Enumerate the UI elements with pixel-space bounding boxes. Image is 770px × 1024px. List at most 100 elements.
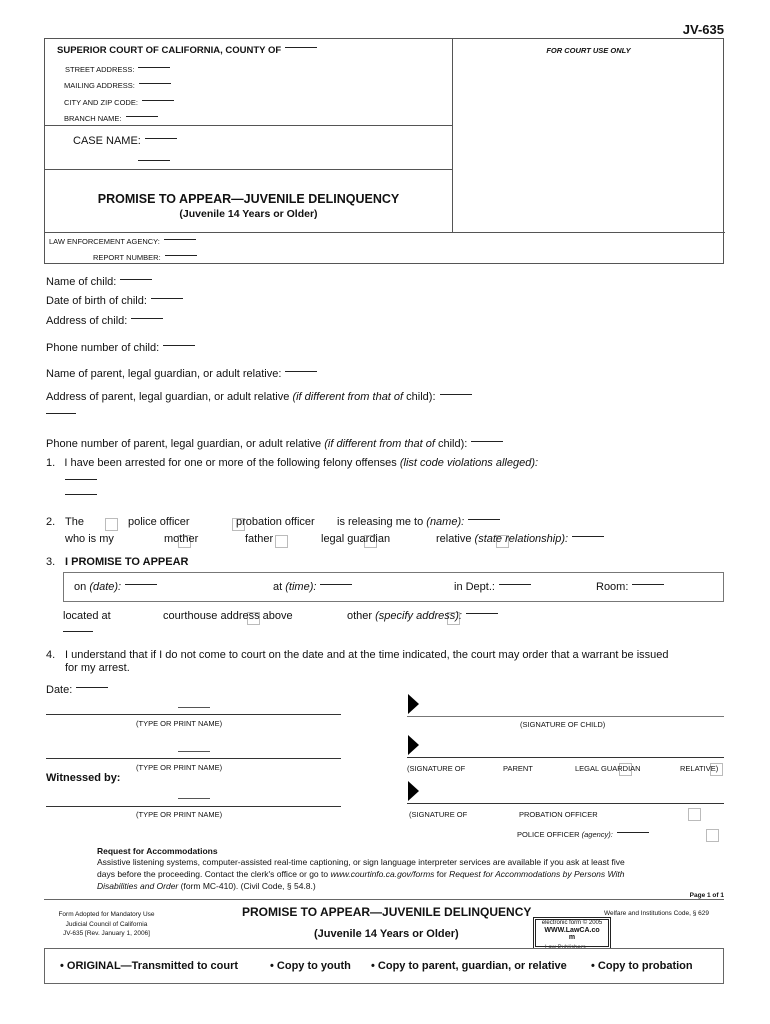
law-enforcement-blank[interactable] — [163, 238, 196, 240]
print-name-blank-3[interactable] — [178, 798, 210, 799]
courtinfo-link[interactable]: www.courtinfo.ca.gov/forms — [330, 869, 434, 879]
appear-room-field[interactable]: Room: — [596, 581, 665, 593]
caption-box: SUPERIOR COURT OF CALIFORNIA, COUNTY OF … — [44, 38, 725, 264]
father-checkbox[interactable] — [275, 535, 289, 549]
divider — [45, 125, 452, 126]
print-name-line-2[interactable] — [46, 758, 341, 759]
appearance-box: on (date): at (time): in Dept.: Room: — [63, 572, 724, 602]
appear-dept-blank[interactable] — [498, 583, 531, 585]
divider — [45, 169, 452, 170]
city-zip-blank[interactable] — [141, 99, 174, 101]
child-name-field[interactable]: Name of child: — [46, 276, 153, 288]
courthouse-address-label: courthouse address above — [163, 610, 293, 622]
report-number-field[interactable]: REPORT NUMBER: — [93, 253, 197, 262]
child-phone-blank[interactable] — [163, 344, 196, 346]
page-number: Page 1 of 1 — [689, 892, 724, 899]
father-label: father — [245, 533, 274, 545]
relative-field[interactable]: relative (state relationship): — [436, 533, 605, 545]
accommodations-line-1: Assistive listening systems, computer-as… — [97, 857, 625, 867]
report-number-blank[interactable] — [164, 254, 197, 256]
parent-address-blank-2[interactable] — [46, 413, 76, 414]
signature-arrow-icon — [408, 735, 419, 755]
child-phone-field[interactable]: Phone number of child: — [46, 342, 196, 354]
street-address-field[interactable]: STREET ADDRESS: — [65, 65, 171, 74]
child-address-blank[interactable] — [131, 317, 164, 319]
child-dob-blank[interactable] — [150, 297, 183, 299]
accommodations-line-3: Disabilities and Order (form MC-410). (C… — [97, 881, 316, 891]
copy-youth: • Copy to youth — [270, 960, 351, 972]
appear-dept-field[interactable]: in Dept.: — [454, 581, 531, 593]
appear-date-blank[interactable] — [125, 583, 158, 585]
court-use-only-label: FOR COURT USE ONLY — [546, 46, 631, 55]
probation-officer-sig-checkbox[interactable] — [687, 808, 701, 822]
parent-phone-field[interactable]: Phone number of parent, legal guardian, … — [46, 438, 504, 450]
court-county-blank[interactable] — [285, 46, 318, 48]
mailing-address-blank[interactable] — [138, 82, 171, 84]
who-is-my-label: who is my — [65, 533, 114, 545]
other-address-blank-2[interactable] — [63, 631, 93, 632]
city-zip-field[interactable]: CITY AND ZIP CODE: — [64, 98, 174, 107]
court-county-field[interactable]: SUPERIOR COURT OF CALIFORNIA, COUNTY OF — [57, 45, 318, 56]
releasing-to-field[interactable]: is releasing me to (name): — [337, 516, 501, 528]
parent-address-field[interactable]: Address of parent, legal guardian, or ad… — [46, 391, 472, 403]
appear-time-field[interactable]: at (time): — [273, 581, 353, 593]
print-name-label-2: (TYPE OR PRINT NAME) — [136, 763, 223, 772]
relationship-blank[interactable] — [572, 535, 605, 537]
signature-arrow-icon — [408, 694, 419, 714]
legal-guardian-sig-label: LEGAL GUARDIAN — [575, 764, 641, 773]
adopted-info: Form Adopted for Mandatory Use Judicial … — [58, 911, 155, 937]
parent-name-blank[interactable] — [285, 370, 318, 372]
child-name-blank[interactable] — [120, 278, 153, 280]
child-dob-field[interactable]: Date of birth of child: — [46, 295, 183, 307]
print-name-blank-1[interactable] — [178, 707, 210, 708]
footer-subtitle: (Juvenile 14 Years or Older) — [314, 928, 459, 940]
date-blank[interactable] — [76, 686, 109, 688]
branch-name-field[interactable]: BRANCH NAME: — [64, 114, 158, 123]
item-4-line2: for my arrest. — [65, 662, 130, 674]
parent-phone-blank[interactable] — [471, 440, 504, 442]
child-address-field[interactable]: Address of child: — [46, 315, 164, 327]
other-address-blank[interactable] — [465, 612, 498, 614]
mailing-address-field[interactable]: MAILING ADDRESS: — [64, 81, 171, 90]
case-name-field[interactable]: CASE NAME: — [73, 135, 177, 147]
agency-blank[interactable] — [616, 831, 649, 833]
police-officer-agency-field[interactable]: POLICE OFFICER (agency): — [517, 830, 649, 839]
probation-officer-sig-label: PROBATION OFFICER — [519, 810, 598, 819]
parent-name-field[interactable]: Name of parent, legal guardian, or adult… — [46, 368, 318, 380]
case-name-blank[interactable] — [144, 137, 177, 139]
appear-room-blank[interactable] — [632, 583, 665, 585]
item-2-the: The — [65, 516, 84, 528]
offense-blank-1[interactable] — [65, 479, 97, 480]
item-1: 1. I have been arrested for one or more … — [46, 457, 539, 469]
other-address-field[interactable]: other (specify address): — [347, 610, 498, 622]
print-name-line-1[interactable] — [46, 714, 341, 715]
child-signature-line[interactable] — [407, 716, 724, 717]
print-name-blank-2[interactable] — [178, 751, 210, 752]
copies-distribution-box: • ORIGINAL—Transmitted to court • Copy t… — [44, 948, 724, 984]
accommodations-line-2: days before the proceeding. Contact the … — [97, 869, 625, 879]
print-name-line-3[interactable] — [46, 806, 341, 807]
case-name-blank-2[interactable] — [138, 160, 170, 161]
officer-signature-line[interactable] — [407, 803, 724, 804]
item-3-number: 3. — [46, 556, 56, 568]
witnessed-by-label: Witnessed by: — [46, 772, 121, 784]
print-name-label-1: (TYPE OR PRINT NAME) — [136, 719, 223, 728]
branch-name-blank[interactable] — [125, 115, 158, 117]
police-officer-sig-checkbox[interactable] — [706, 829, 720, 843]
parent-address-blank[interactable] — [439, 393, 472, 395]
footer-divider — [44, 899, 724, 900]
offense-blank-2[interactable] — [65, 494, 97, 495]
law-enforcement-field[interactable]: LAW ENFORCEMENT AGENCY: — [49, 237, 196, 246]
relative-sig-label: RELATIVE) — [680, 764, 719, 773]
street-address-blank[interactable] — [138, 66, 171, 68]
parent-signature-line[interactable] — [407, 757, 724, 758]
footer-title: PROMISE TO APPEAR—JUVENILE DELINQUENCY — [242, 905, 532, 919]
probation-officer-label: probation officer — [236, 516, 315, 528]
date-field[interactable]: Date: — [46, 684, 109, 696]
releasing-to-blank[interactable] — [468, 518, 501, 520]
child-signature-label: (SIGNATURE OF CHILD) — [520, 720, 606, 729]
police-officer-checkbox[interactable] — [105, 518, 118, 532]
accommodations-heading: Request for Accommodations — [97, 846, 218, 856]
appear-date-field[interactable]: on (date): — [74, 581, 158, 593]
appear-time-blank[interactable] — [320, 583, 353, 585]
